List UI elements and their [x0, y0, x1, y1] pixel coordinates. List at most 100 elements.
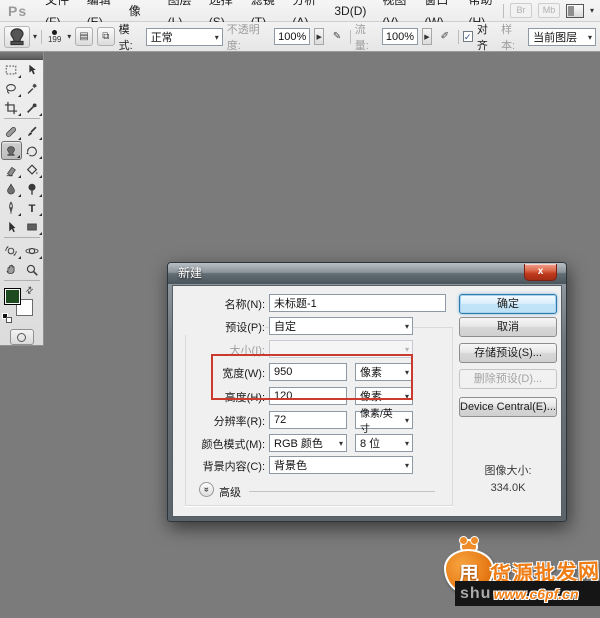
resolution-label: 分辨率(R):	[173, 413, 265, 429]
magic-wand-tool[interactable]	[22, 79, 43, 98]
eyedropper-tool[interactable]	[22, 98, 43, 117]
brush-preset-picker[interactable]: 199	[46, 29, 63, 45]
crop-tool[interactable]	[1, 98, 22, 117]
rectangle-shape-tool[interactable]	[22, 217, 43, 236]
combo-arrow-icon: ▾	[339, 439, 343, 448]
rectangular-marquee-tool[interactable]	[1, 60, 22, 79]
advanced-expander-button[interactable]: »	[199, 482, 214, 497]
height-label: 高度(H):	[173, 389, 265, 405]
paint-bucket-tool[interactable]	[22, 160, 43, 179]
watermark: 甩 货源批发网 shu www.c6pf.cn	[440, 541, 600, 607]
combo-arrow-icon: ▾	[405, 461, 409, 470]
svg-text:T: T	[29, 202, 36, 214]
flow-slider-arrow[interactable]: ▶	[422, 28, 432, 45]
advanced-label: 高级	[219, 484, 241, 500]
opacity-slider-arrow[interactable]: ▶	[314, 28, 324, 45]
combo-arrow-icon: ▾	[405, 392, 409, 401]
height-unit-select[interactable]: 像素 ▾	[355, 387, 413, 405]
path-selection-tool[interactable]	[1, 217, 22, 236]
combo-arrow-icon: ▾	[405, 345, 409, 354]
move-tool[interactable]	[22, 60, 43, 79]
advanced-divider	[249, 491, 435, 492]
device-central-button[interactable]: Device Central(E)...	[459, 397, 557, 417]
aligned-checkbox[interactable]: ✓	[463, 31, 473, 42]
type-tool[interactable]: T	[22, 198, 43, 217]
width-input[interactable]	[269, 363, 347, 381]
default-colors-icon[interactable]	[2, 313, 12, 323]
color-mode-value: RGB 颜色	[274, 435, 323, 451]
combo-arrow-icon: ▾	[588, 33, 592, 42]
pen-tool[interactable]	[1, 198, 22, 217]
tool-preset-arrow-icon[interactable]: ▾	[33, 32, 37, 41]
dialog-title[interactable]: 新建	[168, 263, 566, 284]
menu-bar: Ps 文件(F)编辑(E)图像(I)图层(L)选择(S)滤镜(T)分析(A)3D…	[0, 0, 600, 22]
photoshop-logo: Ps	[0, 3, 37, 19]
launch-mb-button[interactable]: Mb	[538, 3, 560, 18]
tools-panel-header[interactable]	[0, 52, 43, 60]
pen-pressure-opacity-icon[interactable]: ✎	[328, 27, 345, 46]
bit-depth-select[interactable]: 8 位 ▾	[355, 434, 413, 452]
sample-value: 当前图层	[533, 29, 577, 45]
separator	[458, 30, 459, 44]
3d-orbit-tool[interactable]	[22, 241, 43, 260]
sample-select[interactable]: 当前图层 ▾	[528, 28, 596, 46]
history-brush-tool[interactable]	[22, 141, 43, 160]
sample-label: 样本:	[501, 21, 524, 53]
new-document-dialog: 新建 x 名称(N): 预设(P): 自定 ▾ 大小(I): ▾	[167, 262, 567, 522]
workspace-switcher-icon[interactable]	[566, 4, 584, 18]
dialog-close-button[interactable]: x	[524, 264, 557, 281]
background-contents-select[interactable]: 背景色 ▾	[269, 456, 413, 474]
hand-tool[interactable]	[1, 260, 22, 279]
dodge-tool[interactable]	[22, 179, 43, 198]
opacity-input[interactable]: 100%	[274, 28, 310, 45]
zoom-tool[interactable]	[22, 260, 43, 279]
combo-arrow-icon: ▾	[215, 33, 219, 42]
resolution-input[interactable]	[269, 411, 347, 429]
clone-stamp-icon	[5, 25, 29, 49]
brush-tool[interactable]	[22, 122, 43, 141]
tool-preset-picker[interactable]	[4, 26, 30, 48]
image-size-label: 图像大小:	[459, 462, 557, 478]
save-preset-button[interactable]: 存储预设(S)...	[459, 343, 557, 363]
toggle-brush-panel-button[interactable]: ▤	[75, 27, 93, 46]
cancel-button[interactable]: 取消	[459, 317, 557, 337]
resolution-unit-select[interactable]: 像素/英寸 ▾	[355, 411, 413, 429]
blend-mode-select[interactable]: 正常 ▾	[146, 28, 223, 46]
brush-size-value: 199	[48, 35, 61, 44]
brush-dropdown-arrow-icon[interactable]: ▾	[67, 32, 71, 41]
flow-label: 流量:	[355, 21, 378, 53]
width-unit-select[interactable]: 像素 ▾	[355, 363, 413, 381]
bit-depth-value: 8 位	[360, 435, 380, 451]
opacity-value: 100%	[278, 31, 306, 43]
height-unit-value: 像素	[360, 388, 382, 404]
name-input[interactable]	[269, 294, 446, 312]
clone-stamp-tool[interactable]	[1, 141, 22, 160]
launch-bridge-button[interactable]: Br	[510, 3, 532, 18]
airbrush-icon[interactable]: ✐	[436, 27, 453, 46]
preset-label: 预设(P):	[173, 319, 265, 335]
menu-bar-right: Br Mb ▾	[503, 3, 600, 18]
swap-colors-icon[interactable]: ⇄	[23, 284, 36, 297]
separator	[41, 30, 42, 44]
toggle-clone-source-panel-button[interactable]: ⧉	[97, 27, 115, 46]
size-select-disabled: ▾	[269, 340, 413, 358]
healing-brush-tool[interactable]	[1, 122, 22, 141]
watermark-url: www.c6pf.cn	[493, 586, 578, 602]
ok-button[interactable]: 确定	[459, 294, 557, 314]
preset-select[interactable]: 自定 ▾	[269, 317, 413, 335]
menu-list: 文件(F)编辑(E)图像(I)图层(L)选择(S)滤镜(T)分析(A)3D(D)…	[37, 0, 503, 21]
lasso-tool[interactable]	[1, 79, 22, 98]
quick-mask-button[interactable]	[10, 329, 34, 345]
photoshop-window: Ps 文件(F)编辑(E)图像(I)图层(L)选择(S)滤镜(T)分析(A)3D…	[0, 0, 600, 618]
height-input[interactable]	[269, 387, 347, 405]
workspace-dropdown-arrow-icon[interactable]: ▾	[590, 6, 594, 15]
color-mode-select[interactable]: RGB 颜色 ▾	[269, 434, 347, 452]
eraser-tool[interactable]	[1, 160, 22, 179]
blur-tool[interactable]	[1, 179, 22, 198]
size-label: 大小(I):	[173, 342, 265, 358]
tools-panel: T ⇄	[0, 52, 44, 346]
foreground-color-swatch[interactable]	[4, 288, 21, 305]
flow-input[interactable]: 100%	[382, 28, 418, 45]
3d-rotate-tool[interactable]	[1, 241, 22, 260]
menu-item[interactable]: 3D(D)	[326, 0, 374, 22]
